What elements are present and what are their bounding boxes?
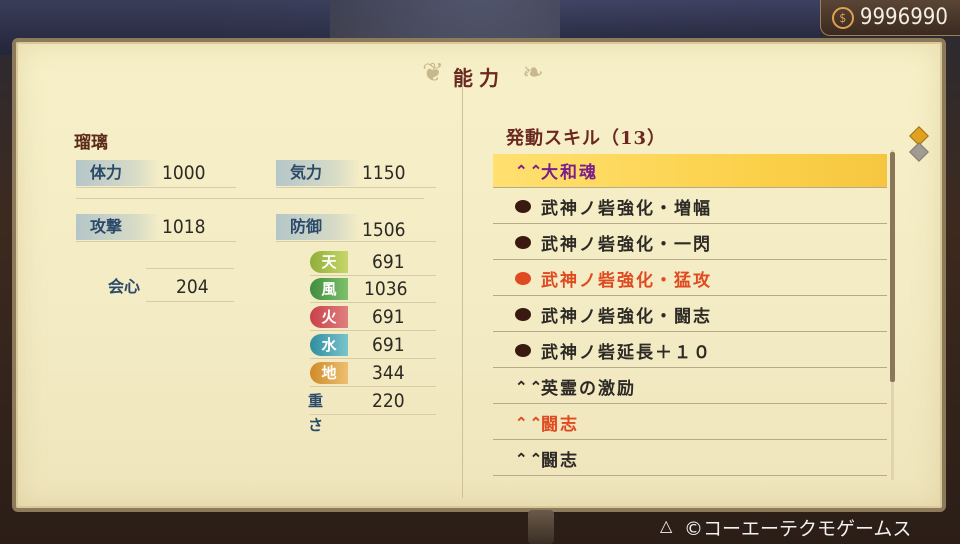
chevron-up-icon: ⌃⌃ <box>515 449 545 468</box>
element-label: 地 <box>310 362 348 384</box>
stat-label: 気力 <box>276 160 360 186</box>
stat-value: 1506 <box>362 219 406 241</box>
chevron-up-icon: ⌃⌃ <box>515 377 545 396</box>
skill-label: 武神ノ砦強化・猛攻 <box>541 271 712 291</box>
stat-label: 防御 <box>276 214 360 240</box>
stat-label: 会心 <box>108 277 141 296</box>
stat-hp: 体力 1000 <box>76 160 236 188</box>
stat-value: 1000 <box>162 162 206 184</box>
element-label: 水 <box>310 334 348 356</box>
stat-separator <box>76 198 424 199</box>
skill-item[interactable]: 武神ノ砦延長＋１０ <box>493 334 887 368</box>
stat-label: 重さ <box>308 392 324 434</box>
laurel-right-icon: ❧ <box>522 58 544 88</box>
skill-item[interactable]: 武神ノ砦強化・猛攻 <box>493 262 887 296</box>
element-label: 火 <box>310 306 348 328</box>
coin-icon: $ <box>831 6 854 29</box>
stat-value: 220 <box>372 390 405 412</box>
skill-item-selected[interactable]: ⌃⌃ 大和魂 <box>493 154 887 188</box>
skill-label: 武神ノ砦強化・一閃 <box>541 235 712 255</box>
panel-title: 能力 <box>453 66 505 90</box>
element-label: 天 <box>310 251 348 273</box>
stat-defense: 防御 1506 <box>276 214 436 242</box>
element-value: 691 <box>372 251 405 273</box>
skill-item[interactable]: 武神ノ砦強化・闘志 <box>493 298 887 332</box>
stat-attack: 攻撃 1018 <box>76 214 236 242</box>
stat-label: 攻撃 <box>76 214 160 240</box>
skill-item[interactable]: ⌃⌃ 闘志 <box>493 442 887 476</box>
orb-icon <box>515 272 531 285</box>
stat-value: 204 <box>176 276 209 298</box>
skill-label: 武神ノ砦強化・増幅 <box>541 199 712 219</box>
skill-item[interactable]: 武神ノ砦強化・増幅 <box>493 190 887 224</box>
panel-divider <box>462 84 463 498</box>
skill-label: 闘志 <box>541 415 579 435</box>
skill-label: 武神ノ砦強化・闘志 <box>541 307 712 327</box>
chevron-up-icon: ⌃⌃ <box>515 161 545 180</box>
skill-label: 武神ノ砦延長＋１０ <box>541 343 712 363</box>
money-display: $ 9996990 <box>820 0 960 36</box>
stat-crit: 会心 204 <box>94 274 234 302</box>
element-value: 691 <box>372 306 405 328</box>
element-value: 1036 <box>364 278 408 300</box>
skill-item[interactable]: 武神ノ砦強化・一閃 <box>493 226 887 260</box>
skill-item[interactable]: ⌃⌃ 闘志 <box>493 406 887 440</box>
skill-label: 英霊の激励 <box>541 379 636 399</box>
money-amount: 9996990 <box>859 5 948 30</box>
stat-label: 体力 <box>76 160 160 186</box>
character-name: 瑠璃 <box>74 133 108 153</box>
triangle-button-icon: △ <box>660 516 673 535</box>
scroll-ornament <box>528 510 554 544</box>
orb-icon <box>515 308 531 321</box>
chevron-up-icon: ⌃⌃ <box>515 413 545 432</box>
skills-title: 発動スキル（13） <box>506 128 667 149</box>
copyright: ©コーエーテクモゲームス <box>684 518 912 540</box>
element-value: 691 <box>372 334 405 356</box>
skill-label: 闘志 <box>541 451 579 471</box>
orb-icon <box>515 344 531 357</box>
orb-icon <box>515 236 531 249</box>
element-label: 風 <box>310 278 348 300</box>
stat-ki: 気力 1150 <box>276 160 436 188</box>
skill-label: 大和魂 <box>541 163 598 183</box>
orb-icon <box>515 200 531 213</box>
skill-item[interactable]: ⌃⌃ 英霊の激励 <box>493 370 887 404</box>
stat-value: 1150 <box>362 162 406 184</box>
scrollbar-thumb[interactable] <box>890 152 895 382</box>
element-value: 344 <box>372 362 405 384</box>
stat-value: 1018 <box>162 216 206 238</box>
